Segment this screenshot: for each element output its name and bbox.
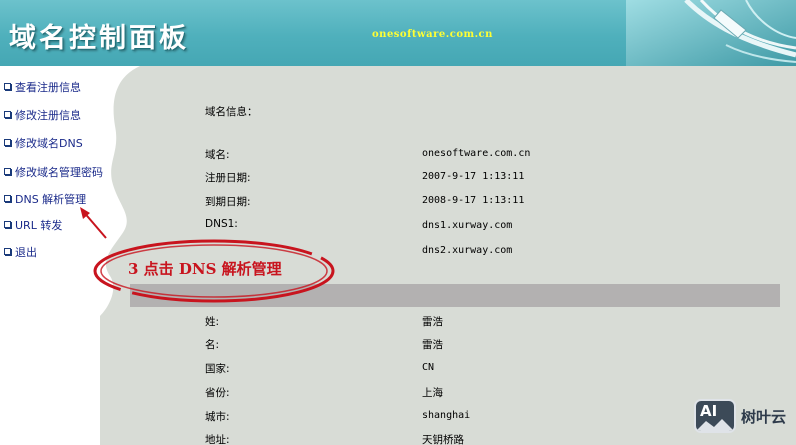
menu-edit-dns[interactable]: 修改域名DNS	[4, 136, 83, 150]
info-label-province: 省份:	[205, 387, 230, 399]
info-label-exp-date: 到期日期:	[205, 196, 251, 208]
square-bullet-icon	[4, 248, 11, 255]
watermark-name: 树叶云	[741, 407, 787, 426]
info-label-dns1: DNS1:	[205, 218, 238, 230]
header-banner: 域名控制面板 onesoftware.com.cn	[0, 0, 796, 66]
domain-info-heading: 域名信息：	[205, 106, 258, 118]
info-value-dns1: dns1.xurway.com	[422, 220, 513, 231]
info-value-surname: 雷浩	[422, 316, 443, 328]
section-divider-bar	[130, 284, 780, 307]
info-label-city: 城市:	[205, 411, 230, 423]
square-bullet-icon	[4, 83, 11, 90]
info-label-address: 地址:	[205, 434, 230, 445]
info-label-surname: 姓:	[205, 316, 220, 328]
info-label-domain: 域名:	[205, 149, 230, 161]
menu-dns-management[interactable]: DNS 解析管理	[4, 192, 86, 206]
info-value-reg-date: 2007-9-17 1:13:11	[422, 171, 525, 182]
menu-view-registration[interactable]: 查看注册信息	[4, 80, 81, 94]
watermark: AI 树叶云	[694, 396, 794, 436]
info-value-domain: onesoftware.com.cn	[422, 148, 531, 159]
square-bullet-icon	[4, 195, 11, 202]
info-value-dns2: dns2.xurway.com	[422, 245, 513, 256]
mountain-icon	[696, 419, 734, 431]
info-label-country: 国家:	[205, 363, 230, 375]
info-value-address: 天钥桥路	[422, 434, 464, 445]
menu-edit-registration[interactable]: 修改注册信息	[4, 108, 81, 122]
info-value-province: 上海	[422, 387, 443, 399]
square-bullet-icon	[4, 111, 11, 118]
square-bullet-icon	[4, 139, 11, 146]
square-bullet-icon	[4, 221, 11, 228]
watermark-logo: AI	[694, 399, 736, 433]
content-area: 查看注册信息 修改注册信息 修改域名DNS 修改域名管理密码 DNS 解析管理 …	[0, 66, 796, 445]
info-value-country: CN	[422, 362, 435, 373]
page-title: 域名控制面板	[9, 23, 189, 54]
network-cable-graphic	[626, 0, 796, 66]
site-domain: onesoftware.com.cn	[372, 29, 493, 40]
menu-logout[interactable]: 退出	[4, 245, 37, 259]
menu-edit-password[interactable]: 修改域名管理密码	[4, 165, 103, 179]
info-label-given-name: 名:	[205, 339, 220, 351]
info-label-reg-date: 注册日期:	[205, 172, 251, 184]
annotation-callout-text: 3 点击 DNS 解析管理	[128, 260, 282, 278]
square-bullet-icon	[4, 168, 11, 175]
menu-url-forwarding[interactable]: URL 转发	[4, 218, 62, 232]
info-value-city: shanghai	[422, 410, 471, 421]
info-value-exp-date: 2008-9-17 1:13:11	[422, 195, 525, 206]
info-value-given-name: 雷浩	[422, 339, 443, 351]
